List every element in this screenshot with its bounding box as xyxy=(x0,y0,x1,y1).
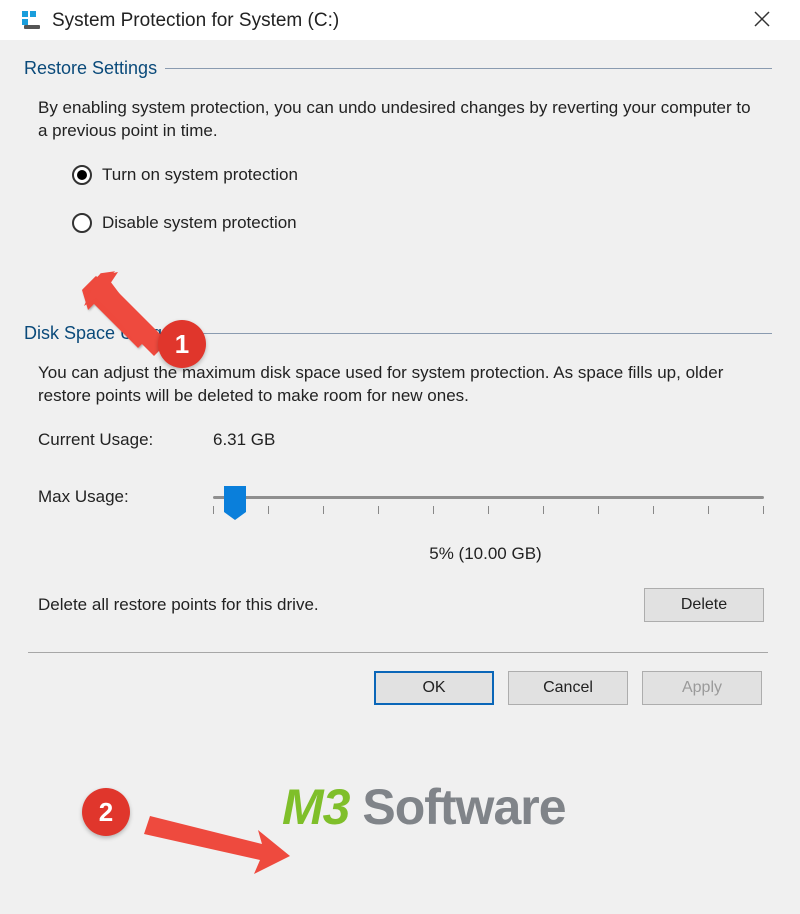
window-title: System Protection for System (C:) xyxy=(52,10,742,32)
divider xyxy=(28,652,768,653)
section-label: Restore Settings xyxy=(24,58,165,79)
divider xyxy=(165,68,772,69)
titlebar: System Protection for System (C:) xyxy=(0,0,800,40)
current-usage-label: Current Usage: xyxy=(38,430,213,450)
divider xyxy=(180,333,772,334)
system-protection-icon xyxy=(22,11,42,31)
watermark-part2: Software xyxy=(349,779,565,835)
restore-description: By enabling system protection, you can u… xyxy=(38,97,764,143)
radio-disable[interactable]: Disable system protection xyxy=(72,213,772,233)
max-usage-row: Max Usage: xyxy=(38,472,764,522)
close-button[interactable] xyxy=(742,11,782,32)
max-usage-label: Max Usage: xyxy=(38,487,213,507)
cancel-button[interactable]: Cancel xyxy=(508,671,628,705)
current-usage-value: 6.31 GB xyxy=(213,430,275,450)
delete-row: Delete all restore points for this drive… xyxy=(38,588,764,622)
radio-icon xyxy=(72,213,92,233)
watermark: M3 Software xyxy=(282,778,566,836)
radio-label: Disable system protection xyxy=(102,213,297,233)
close-icon xyxy=(754,11,770,27)
restore-settings-section: Restore Settings By enabling system prot… xyxy=(24,58,772,233)
current-usage-row: Current Usage: 6.31 GB xyxy=(38,430,764,450)
ok-button[interactable]: OK xyxy=(374,671,494,705)
max-usage-slider[interactable] xyxy=(213,472,764,522)
radio-group: Turn on system protection Disable system… xyxy=(72,165,772,233)
delete-description: Delete all restore points for this drive… xyxy=(38,595,644,615)
radio-label: Turn on system protection xyxy=(102,165,298,185)
apply-button[interactable]: Apply xyxy=(642,671,762,705)
annotation-badge-1: 1 xyxy=(158,320,206,368)
usage-percent-label: 5% (10.00 GB) xyxy=(199,544,772,564)
dialog-footer: OK Cancel Apply xyxy=(24,671,772,725)
usage-grid: Current Usage: 6.31 GB Max Usage: xyxy=(38,430,764,522)
radio-turn-on[interactable]: Turn on system protection xyxy=(72,165,772,185)
radio-icon xyxy=(72,165,92,185)
annotation-badge-2: 2 xyxy=(82,788,130,836)
delete-button[interactable]: Delete xyxy=(644,588,764,622)
annotation-arrow-2 xyxy=(130,800,310,890)
section-header: Restore Settings xyxy=(24,58,772,79)
